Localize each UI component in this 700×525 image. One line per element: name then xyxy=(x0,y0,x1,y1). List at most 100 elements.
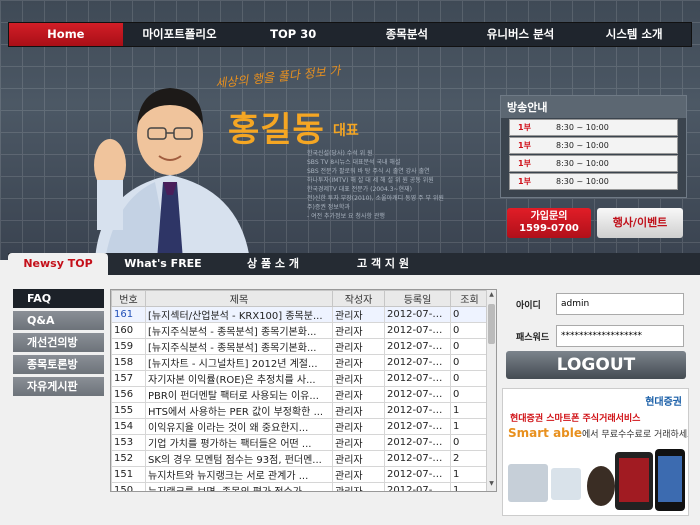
table-row[interactable]: 158 [뉴지차트 - 시그널차트] 2012년 계절... 관리자 2012-07-… xyxy=(111,354,489,371)
nav-system-intro[interactable]: 시스템 소개 xyxy=(577,23,691,46)
column-header[interactable]: 조회 xyxy=(450,290,489,307)
broadcast-row: 1부 8:30 ~ 10:00 xyxy=(509,137,678,154)
event-button[interactable]: 행사/이벤트 xyxy=(597,208,683,238)
post-date: 2012-07-28 ... xyxy=(384,306,451,323)
career-line: SBS TV 8시뉴스 대표분석 국내 해설 xyxy=(307,159,401,166)
scroll-down-icon[interactable]: ▼ xyxy=(487,480,496,490)
post-date: 2012-07-23 ... xyxy=(384,370,451,387)
post-date: 2012-07-23 ... xyxy=(384,418,451,435)
post-title[interactable]: SK의 경우 모멘텀 점수는 93점, 펀더멘... xyxy=(145,450,333,467)
join-inquiry-button[interactable]: 가입문의 1599-0700 xyxy=(507,208,591,238)
scroll-up-icon[interactable]: ▲ xyxy=(487,291,496,301)
section-tabs: Newsy TOP What's FREE 상 품 소 개 고 객 지 원 xyxy=(8,253,700,275)
table-row[interactable]: 155 HTS에서 사용하는 PER 값이 부정확한 ... 관리자 2012-07-… xyxy=(111,402,489,419)
career-line: 주)증권 정보학과 xyxy=(307,204,350,211)
nav-stock-analysis[interactable]: 종목분석 xyxy=(350,23,464,46)
post-author: 관리자 xyxy=(332,370,385,387)
table-row[interactable]: 159 [뉴지주식분석 - 종목분석] 종목기본화... 관리자 2012-07-23… xyxy=(111,338,489,355)
post-date: 2012-07-23 ... xyxy=(384,386,451,403)
post-views: 0 xyxy=(450,386,489,403)
column-header[interactable]: 제목 xyxy=(145,290,333,307)
post-author: 관리자 xyxy=(332,482,385,491)
post-date: 2012-07-23 ... xyxy=(384,482,451,491)
ad-phones-image xyxy=(508,449,685,511)
post-number: 154 xyxy=(111,418,146,435)
post-views: 1 xyxy=(450,418,489,435)
post-number: 157 xyxy=(111,370,146,387)
broadcast-time: 8:30 ~ 10:00 xyxy=(556,177,609,186)
column-header[interactable]: 등록일 xyxy=(384,290,451,307)
nav-home[interactable]: Home xyxy=(9,23,123,46)
sidebar-item-faq[interactable]: FAQ xyxy=(13,289,104,308)
id-field[interactable] xyxy=(556,293,684,315)
id-label: 아이디 xyxy=(516,300,541,311)
nav-universe-analysis[interactable]: 유니버스 분석 xyxy=(464,23,578,46)
table-row[interactable]: 151뉴지차트와 뉴지랭크는 서로 관계가 ...관리자2012-07-23 .… xyxy=(111,466,489,483)
post-author: 관리자 xyxy=(332,306,385,323)
join-label: 가입문의 xyxy=(530,211,568,222)
ad-offer: 에서 무료수수료로 거래하세요 xyxy=(582,430,689,440)
table-row[interactable]: 156 PBR이 펀더멘탈 팩터로 사용되는 이유... 관리자 2012-07-23… xyxy=(111,386,489,403)
ad-banner[interactable]: 현대증권 현대증권 스마트폰 주식거래서비스 Smart able에서 무료수수… xyxy=(502,388,689,516)
post-title[interactable]: 이익유지율 이라는 것이 왜 중요한지... xyxy=(145,418,333,435)
post-author: 관리자 xyxy=(332,450,385,467)
post-title[interactable]: HTS에서 사용하는 PER 값이 부정확한 ... xyxy=(145,402,333,419)
column-header[interactable]: 번호 xyxy=(111,290,146,307)
ad-headline: 현대증권 스마트폰 주식거래서비스 xyxy=(510,414,641,424)
broadcast-time: 8:30 ~ 10:00 xyxy=(556,141,609,150)
broadcast-part: 1부 xyxy=(518,141,531,150)
post-title[interactable]: 기업 가치를 평가하는 팩터들은 어떤 ... xyxy=(145,434,333,451)
post-views: 1 xyxy=(450,402,489,419)
career-line: - 여전 추가정보 요 청사항 관행 xyxy=(307,213,385,220)
board-scrollbar[interactable]: ▲ ▼ xyxy=(486,290,496,491)
post-author: 관리자 xyxy=(332,402,385,419)
tab-support[interactable]: 고 객 지 원 xyxy=(328,253,438,275)
table-row[interactable]: 160 [뉴지주식분석 - 종목분석] 종목기본화... 관리자 2012-07-23… xyxy=(111,322,489,339)
table-row[interactable]: 157 자기자본 이익률(ROE)은 추정치를 사... 관리자 2012-07-23… xyxy=(111,370,489,387)
scroll-thumb[interactable] xyxy=(488,304,495,344)
post-title[interactable]: 자기자본 이익률(ROE)은 추정치를 사... xyxy=(145,370,333,387)
logout-button[interactable]: LOGOUT xyxy=(506,351,686,379)
table-row[interactable]: 161 [뉴지섹터/산업분석 - KRX100] 종목분... 관리자 2012-07… xyxy=(111,306,489,323)
post-number: 152 xyxy=(111,450,146,467)
post-date: 2012-07-23 ... xyxy=(384,338,451,355)
post-views: 0 xyxy=(450,354,489,371)
post-title[interactable]: [뉴지차트 - 시그널차트] 2012년 계절... xyxy=(145,354,333,371)
table-row[interactable]: 150뉴지랭크를 보면, 종목의 평가 점수가 ...관리자2012-07-23… xyxy=(111,482,489,491)
post-number: 151 xyxy=(111,466,146,483)
sidebar-item-qna[interactable]: Q&A xyxy=(13,311,104,330)
post-title[interactable]: [뉴지주식분석 - 종목분석] 종목기본화... xyxy=(145,338,333,355)
sidebar-item-suggestions[interactable]: 개선건의방 xyxy=(13,333,104,352)
post-title[interactable]: PBR이 펀더멘탈 팩터로 사용되는 이유... xyxy=(145,386,333,403)
ad-brand: 현대증권 xyxy=(645,397,682,408)
career-line: 한국신설(당사) 수석 위 원 xyxy=(307,150,373,157)
tab-newsy-top[interactable]: Newsy TOP xyxy=(8,253,108,275)
post-number: 161 xyxy=(111,306,146,323)
board-list: 번호 제목 작성자 등록일 조회 161 [뉴지섹터/산업분석 - KRX100]… xyxy=(110,289,497,492)
post-title[interactable]: 뉴지랭크를 보면, 종목의 평가 점수가 ... xyxy=(145,482,333,491)
ad-product-name: Smart able xyxy=(508,426,583,440)
nav-portfolio[interactable]: 마이포트폴리오 xyxy=(123,23,237,46)
career-line: 전)신한 투자 부장(2010), 소울아캐디 동영 주 부 위원 xyxy=(307,195,444,202)
table-row[interactable]: 152 SK의 경우 모멘텀 점수는 93점, 펀더멘... 관리자 2012-07-… xyxy=(111,450,489,467)
column-header[interactable]: 작성자 xyxy=(332,290,385,307)
tab-products[interactable]: 상 품 소 개 xyxy=(218,253,328,275)
sidebar-item-free-board[interactable]: 자유게시판 xyxy=(13,377,104,396)
password-label: 패스워드 xyxy=(516,332,550,343)
post-number: 158 xyxy=(111,354,146,371)
broadcast-schedule: 방송안내 1부 8:30 ~ 10:00 1부 8:30 ~ 10:00 1부 8:3… xyxy=(500,95,687,198)
table-row[interactable]: 153 기업 가치를 평가하는 팩터들은 어떤 ... 관리자 2012-07-23 … xyxy=(111,434,489,451)
career-line: 하나투자(IMTV) 해 설 대 세 해 설 위 원 공동 위원 xyxy=(307,177,434,184)
nav-top30[interactable]: TOP 30 xyxy=(236,23,350,46)
post-title[interactable]: [뉴지주식분석 - 종목분석] 종목기본화... xyxy=(145,322,333,339)
post-title[interactable]: [뉴지섹터/산업분석 - KRX100] 종목분... xyxy=(145,306,333,323)
broadcast-row: 1부 8:30 ~ 10:00 xyxy=(509,173,678,190)
password-field[interactable] xyxy=(556,325,684,347)
post-title[interactable]: 뉴지차트와 뉴지랭크는 서로 관계가 ... xyxy=(145,466,333,483)
sidebar-item-stock-discussion[interactable]: 종목토론방 xyxy=(13,355,104,374)
sidebar: FAQ Q&A 개선건의방 종목토론방 자유게시판 xyxy=(13,289,104,399)
table-row[interactable]: 154이익유지율 이라는 것이 왜 중요한지...관리자2012-07-23 .… xyxy=(111,418,489,435)
post-number: 150 xyxy=(111,482,146,491)
login-panel: 아이디 패스워드 xyxy=(506,290,686,354)
tab-whats-free[interactable]: What's FREE xyxy=(108,253,218,275)
